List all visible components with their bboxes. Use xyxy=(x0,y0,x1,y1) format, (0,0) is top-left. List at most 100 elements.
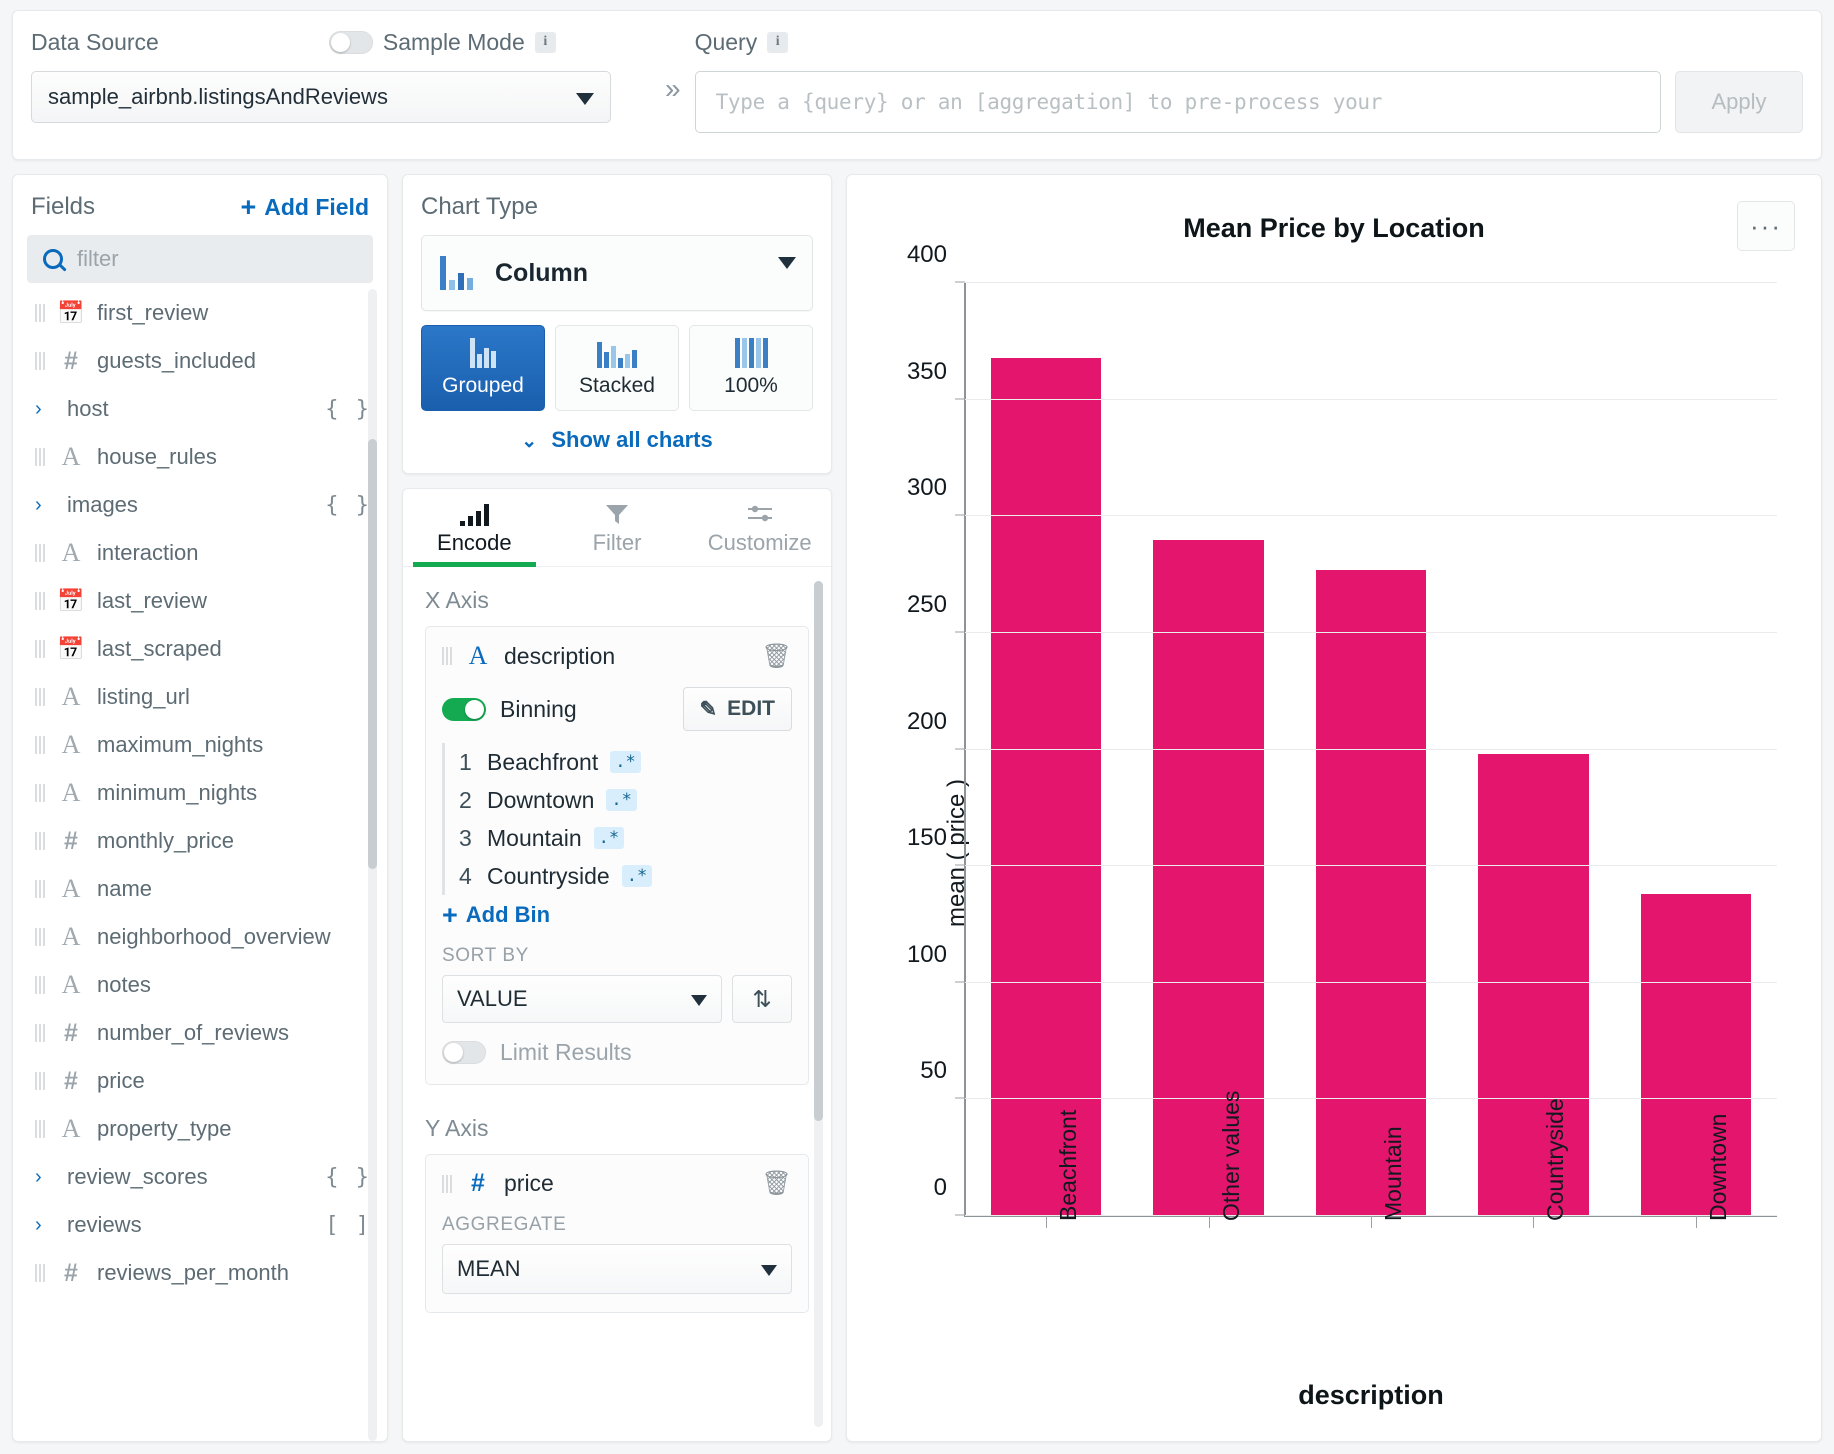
sample-mode-info-icon[interactable]: i xyxy=(535,32,556,53)
bin-item[interactable]: 4Countryside.* xyxy=(459,857,792,895)
field-list-item[interactable]: Amaximum_nights xyxy=(13,721,387,769)
sort-direction-button[interactable]: ⇅ xyxy=(732,975,792,1023)
drag-handle-icon[interactable] xyxy=(35,736,45,754)
drag-handle-icon[interactable] xyxy=(442,1175,452,1193)
bar[interactable] xyxy=(1153,540,1263,1216)
percent-bars-icon xyxy=(735,338,768,368)
field-list-item[interactable]: ›reviews[ ] xyxy=(13,1201,387,1249)
bin-item[interactable]: 2Downtown.* xyxy=(459,781,792,819)
drag-handle-icon[interactable] xyxy=(35,1072,45,1090)
field-list-item[interactable]: #number_of_reviews xyxy=(13,1009,387,1057)
drag-handle-icon[interactable] xyxy=(35,1120,45,1138)
bin-item[interactable]: 1Beachfront.* xyxy=(459,743,792,781)
field-list-item[interactable]: Ainteraction xyxy=(13,529,387,577)
letter-a-icon: A xyxy=(57,778,85,808)
edit-bins-button[interactable]: ✎ EDIT xyxy=(683,687,792,731)
tab-customize[interactable]: Customize xyxy=(688,489,831,566)
field-list-item[interactable]: #reviews_per_month xyxy=(13,1249,387,1297)
apply-button[interactable]: Apply xyxy=(1675,71,1803,133)
chart-variant-stacked[interactable]: Stacked xyxy=(555,325,679,411)
field-list-item[interactable]: 📅last_review xyxy=(13,577,387,625)
field-list-item[interactable]: #price xyxy=(13,1057,387,1105)
field-name: listing_url xyxy=(97,684,190,710)
chart-more-menu-button[interactable]: ··· xyxy=(1737,201,1795,251)
data-source-select[interactable]: sample_airbnb.listingsAndReviews xyxy=(31,71,611,123)
aggregate-select[interactable]: MEAN xyxy=(442,1244,792,1294)
query-info-icon[interactable]: i xyxy=(767,32,788,53)
field-list-item[interactable]: Anotes xyxy=(13,961,387,1009)
drag-handle-icon[interactable] xyxy=(35,928,45,946)
sort-by-select[interactable]: VALUE xyxy=(442,975,722,1023)
y-gridline xyxy=(965,399,1777,400)
drag-handle-icon[interactable] xyxy=(35,1264,45,1282)
add-field-button[interactable]: + Add Field xyxy=(240,194,369,221)
field-list-scrollbar-thumb[interactable] xyxy=(368,439,377,869)
field-list-item[interactable]: 📅first_review xyxy=(13,289,387,337)
drag-handle-icon[interactable] xyxy=(35,784,45,802)
bar[interactable] xyxy=(1316,570,1426,1216)
chart-builder-app: Data Source Sample Mode i sample_airbnb.… xyxy=(0,0,1834,1454)
drag-handle-icon[interactable] xyxy=(35,592,45,610)
show-all-charts-link[interactable]: ⌄ Show all charts xyxy=(421,427,813,453)
drag-handle-icon[interactable] xyxy=(35,832,45,850)
sample-mode-label: Sample Mode xyxy=(383,29,525,56)
tab-filter[interactable]: Filter xyxy=(546,489,689,566)
drag-handle-icon[interactable] xyxy=(35,448,45,466)
field-list-item[interactable]: Aproperty_type xyxy=(13,1105,387,1153)
delete-icon[interactable]: 🗑 xyxy=(762,1169,792,1198)
x-tick-label: Countryside xyxy=(1542,1098,1569,1221)
field-list-item[interactable]: Aminimum_nights xyxy=(13,769,387,817)
field-list-item[interactable]: ›review_scores{ } xyxy=(13,1153,387,1201)
drag-handle-icon[interactable] xyxy=(35,976,45,994)
bin-item[interactable]: 3Mountain.* xyxy=(459,819,792,857)
drag-handle-icon[interactable] xyxy=(35,1024,45,1042)
x-tick-label: Mountain xyxy=(1380,1126,1407,1221)
limit-results-toggle[interactable] xyxy=(442,1041,486,1064)
field-list-item[interactable]: 📅last_scraped xyxy=(13,625,387,673)
sample-mode-toggle[interactable] xyxy=(329,31,373,54)
edit-bins-label: EDIT xyxy=(727,697,775,721)
query-input[interactable]: Type a {query} or an [aggregation] to pr… xyxy=(695,71,1661,133)
delete-icon[interactable]: 🗑 xyxy=(762,642,792,671)
add-bin-button[interactable]: + Add Bin xyxy=(442,895,792,935)
drag-handle-icon[interactable] xyxy=(35,544,45,562)
calendar-icon: 📅 xyxy=(57,588,85,614)
drag-handle-icon[interactable] xyxy=(442,647,452,665)
expand-chevrons-icon[interactable]: » xyxy=(665,73,681,105)
show-all-charts-label: Show all charts xyxy=(551,427,712,452)
chart-variant-percent[interactable]: 100% xyxy=(689,325,813,411)
plus-icon: + xyxy=(442,902,458,929)
chart-config-column: Chart Type Column Grouped xyxy=(402,174,832,1442)
chart-title: Mean Price by Location xyxy=(847,213,1821,244)
drag-handle-icon[interactable] xyxy=(35,304,45,322)
chevron-right-icon[interactable]: › xyxy=(35,494,55,517)
bar[interactable] xyxy=(1478,754,1588,1216)
field-list-item[interactable]: ›images{ } xyxy=(13,481,387,529)
field-list-item[interactable]: Aname xyxy=(13,865,387,913)
chevron-right-icon[interactable]: › xyxy=(35,1214,55,1237)
bar[interactable] xyxy=(1641,894,1751,1216)
field-filter-input[interactable]: filter xyxy=(27,235,373,283)
field-list-item[interactable]: Alisting_url xyxy=(13,673,387,721)
tab-encode[interactable]: Encode xyxy=(403,489,546,566)
drag-handle-icon[interactable] xyxy=(35,352,45,370)
bar[interactable] xyxy=(991,358,1101,1216)
chart-variant-grouped[interactable]: Grouped xyxy=(421,325,545,411)
sort-by-label: SORT BY xyxy=(442,945,792,967)
field-list-item[interactable]: Ahouse_rules xyxy=(13,433,387,481)
bin-label: Downtown xyxy=(487,787,594,814)
drag-handle-icon[interactable] xyxy=(35,688,45,706)
field-list-item[interactable]: Aneighborhood_overview xyxy=(13,913,387,961)
field-list-item[interactable]: #monthly_price xyxy=(13,817,387,865)
field-list-item[interactable]: ›host{ } xyxy=(13,385,387,433)
drag-handle-icon[interactable] xyxy=(35,640,45,658)
binning-toggle[interactable] xyxy=(442,698,486,721)
chevron-down-icon xyxy=(778,257,796,269)
chart-type-select[interactable]: Column xyxy=(421,235,813,311)
chevron-right-icon[interactable]: › xyxy=(35,398,55,421)
chevron-right-icon[interactable]: › xyxy=(35,1166,55,1189)
field-list-item[interactable]: #guests_included xyxy=(13,337,387,385)
drag-handle-icon[interactable] xyxy=(35,880,45,898)
encode-scrollbar-thumb[interactable] xyxy=(814,581,823,1121)
y-tick-label: 250 xyxy=(907,591,947,619)
